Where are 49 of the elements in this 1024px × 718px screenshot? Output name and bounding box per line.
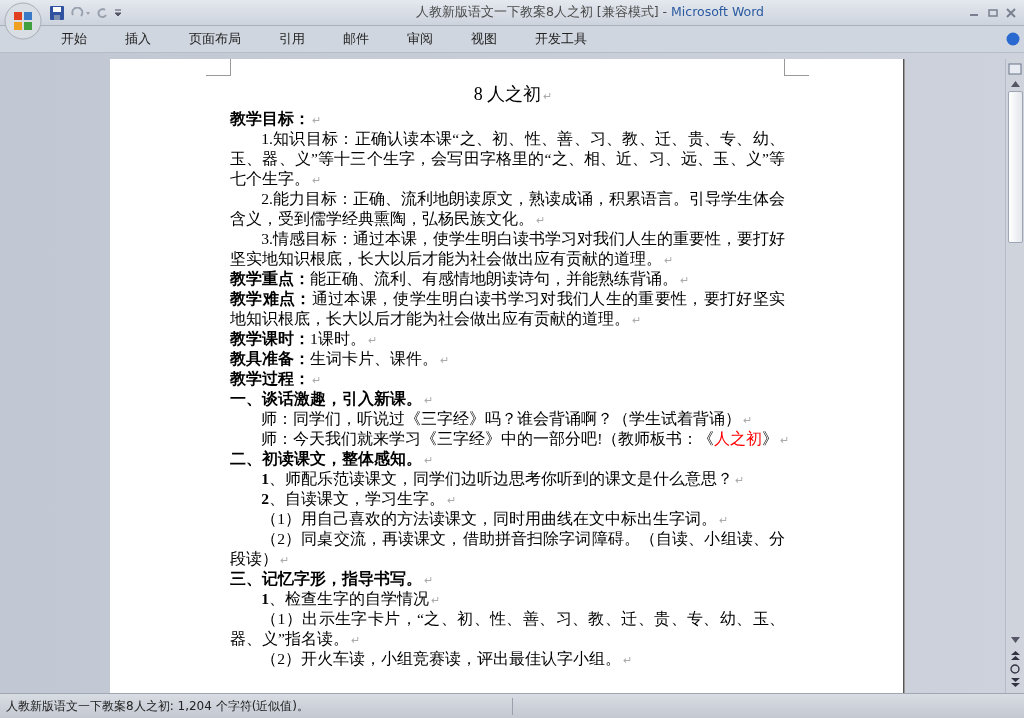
ribbon-tab[interactable]: 引用	[268, 27, 316, 51]
ruler-toggle-icon[interactable]	[1008, 63, 1022, 75]
scroll-up-icon[interactable]	[1010, 81, 1020, 87]
paragraph-text: 师：同学们，听说过《三字经》吗？谁会背诵啊？（学生试着背诵）↵	[260, 409, 754, 429]
status-text: 人教新版语文一下教案8人之初: 1,204 个字符(近似值)。	[0, 697, 513, 715]
next-page-icon[interactable]	[1010, 678, 1020, 687]
ribbon-tab[interactable]: 开发工具	[524, 27, 598, 51]
paragraph-text: 教学目标：↵	[230, 109, 322, 129]
previous-page-icon[interactable]	[1010, 651, 1020, 660]
ribbon-tab[interactable]: 页面布局	[178, 27, 252, 51]
ribbon-tab[interactable]: 邮件	[332, 27, 380, 51]
paragraph-text: （2）开火车读，小组竞赛读，评出最佳认字小组。↵	[260, 649, 633, 669]
paragraph-text: 师：今天我们就来学习《三字经》中的一部分吧!（教师板书：《人之初》↵	[260, 429, 791, 449]
scroll-down-icon[interactable]	[1010, 637, 1020, 643]
ribbon-tab[interactable]: 插入	[114, 27, 162, 51]
paragraph-text: 2.能力目标：正确、流利地朗读原文，熟读成诵，积累语言。引导学生体会含义，受到儒学经典熏陶，弘杨民族文化。↵	[230, 189, 786, 229]
margin-corner-mark	[206, 59, 231, 76]
ribbon-tab[interactable]: 视图	[460, 27, 508, 51]
paragraph-text: 3.情感目标：通过本课，使学生明白读书学习对我们人生的重要性，要打好坚实地知识根底，长大以后才能为社会做出应有贡献的道理。↵	[230, 229, 786, 269]
paragraph-text: （1）用自己喜欢的方法读课文，同时用曲线在文中标出生字词。↵	[260, 509, 729, 529]
help-icon[interactable]	[1006, 32, 1020, 46]
close-icon[interactable]	[1006, 7, 1016, 18]
document-title: 8 人之初↵	[472, 83, 554, 106]
paragraph-text: 教学难点：通过本课，使学生明白读书学习对我们人生的重要性，要打好坚实地知识根底，长大以后才能为社会做出应有贡献的道理。↵	[230, 289, 786, 329]
paragraph-text: 二、初读课文，整体感知。↵	[230, 449, 434, 469]
ribbon-tab[interactable]: 审阅	[396, 27, 444, 51]
ribbon-tab[interactable]: 开始	[50, 27, 98, 51]
margin-corner-mark	[784, 59, 809, 76]
redo-icon[interactable]	[96, 6, 108, 19]
paragraph-text: 教学课时：1课时。↵	[230, 329, 378, 349]
vertical-scrollbar[interactable]	[1005, 59, 1024, 693]
scroll-thumb[interactable]	[1007, 91, 1023, 243]
browse-object-icon[interactable]	[1010, 664, 1020, 674]
paragraph-text: 教学重点：能正确、流利、有感情地朗读诗句，并能熟练背诵。↵	[230, 269, 690, 289]
save-icon[interactable]	[50, 5, 64, 20]
paragraph-text: （1）出示生字卡片，“之、初、性、善、习、教、迁、贵、专、幼、玉、器、义”指名读。↵	[230, 609, 786, 649]
paragraph-text: （2）同桌交流，再读课文，借助拼音扫除字词障碍。（自读、小组读、分段读）↵	[230, 529, 786, 569]
customize-arrow-icon[interactable]	[114, 8, 122, 17]
undo-icon[interactable]	[70, 6, 90, 19]
paragraph-text: 1、检查生字的自学情况↵	[260, 589, 441, 609]
paragraph-text: 一、谈话激趣，引入新课。↵	[230, 389, 434, 409]
paragraph-text: 教学过程：↵	[230, 369, 322, 389]
paragraph-text: 1、师配乐范读课文，同学们边听边思考你听到的课文是什么意思？↵	[260, 469, 745, 489]
paragraph-text: 2、自读课文，学习生字。↵	[260, 489, 457, 509]
window-title: 人教新版语文一下教案8人之初 [兼容模式] - Microsoft Word	[414, 4, 766, 21]
paragraph-text: 三、记忆字形，指导书写。↵	[230, 569, 434, 589]
paragraph-text: 1.知识目标：正确认读本课“之、初、性、善、习、教、迁、贵、专、幼、玉、器、义”等十三个生字，会写田字格里的“之、相、近、习、远、玉、义”等七个生字。↵	[230, 129, 786, 189]
restore-icon[interactable]	[988, 7, 998, 18]
paragraph-text: 教具准备：生词卡片、课件。↵	[230, 349, 450, 369]
